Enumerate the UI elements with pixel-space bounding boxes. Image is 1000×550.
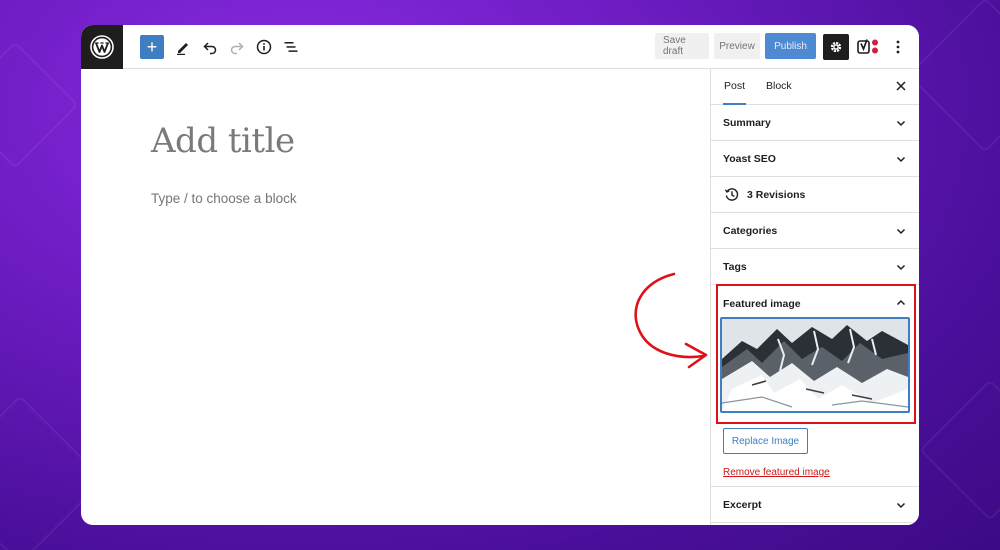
tab-post[interactable]: Post (723, 69, 747, 105)
details-button[interactable] (252, 35, 276, 59)
panel-excerpt-label: Excerpt (723, 499, 762, 511)
panel-tags-label: Tags (723, 261, 747, 273)
vertical-ellipsis-icon (896, 40, 900, 54)
undo-icon (203, 42, 217, 55)
tab-block[interactable]: Block (766, 69, 792, 105)
featured-image-thumbnail[interactable] (720, 317, 910, 413)
chevron-down-icon (896, 228, 906, 235)
undo-button[interactable] (198, 35, 222, 59)
block-placeholder[interactable]: Type / to choose a block (151, 191, 297, 206)
plus-icon: + (146, 36, 158, 57)
preview-button[interactable]: Preview (714, 33, 760, 59)
more-options-button[interactable] (887, 34, 909, 60)
panel-yoast-label: Yoast SEO (723, 153, 776, 165)
editor-canvas[interactable]: Add title Type / to choose a block (81, 69, 710, 525)
yoast-icon (857, 39, 878, 54)
chevron-down-icon (896, 156, 906, 163)
chevron-up-icon[interactable] (895, 297, 907, 309)
top-toolbar: + Save draft Preview Publish (81, 25, 919, 69)
panel-tags[interactable]: Tags (711, 249, 919, 285)
revisions-clock-icon (724, 188, 739, 201)
replace-image-button[interactable]: Replace Image (723, 428, 808, 454)
wordpress-logo-icon[interactable] (81, 25, 123, 69)
panel-summary[interactable]: Summary (711, 105, 919, 141)
panel-categories-label: Categories (723, 225, 778, 237)
add-block-button[interactable]: + (140, 35, 164, 59)
panel-yoast-seo[interactable]: Yoast SEO (711, 141, 919, 177)
panel-featured-image: Featured image Replace Image Remove feat… (711, 284, 919, 487)
panel-featured-image-label[interactable]: Featured image (723, 298, 801, 310)
chevron-down-icon (896, 264, 906, 271)
editor-window: + Save draft Preview Publish Add title T… (81, 25, 919, 525)
panel-summary-label: Summary (723, 117, 771, 129)
list-view-button[interactable] (279, 35, 303, 59)
chevron-down-icon (896, 120, 906, 127)
settings-button[interactable] (823, 34, 849, 60)
save-draft-button[interactable]: Save draft (655, 33, 709, 59)
panel-revisions-label: 3 Revisions (747, 189, 806, 201)
tools-pencil-button[interactable] (171, 35, 195, 59)
publish-button[interactable]: Publish (765, 33, 816, 59)
gear-icon (830, 41, 842, 53)
pencil-icon (177, 43, 188, 55)
post-title-input[interactable]: Add title (151, 121, 295, 161)
redo-icon (230, 42, 244, 55)
mountain-snow-image (722, 319, 908, 411)
yoast-button[interactable] (856, 34, 882, 60)
panel-excerpt[interactable]: Excerpt (711, 487, 919, 523)
list-view-icon (284, 42, 298, 52)
chevron-down-icon (896, 502, 906, 509)
close-icon[interactable] (893, 78, 909, 94)
remove-featured-image-link[interactable]: Remove featured image (723, 467, 830, 478)
settings-sidebar: Post Block Summary Yoast SEO 3 Revisions… (710, 69, 919, 525)
sidebar-tabs: Post Block (711, 69, 919, 105)
info-icon (256, 39, 272, 55)
panel-revisions[interactable]: 3 Revisions (711, 177, 919, 213)
redo-button[interactable] (225, 35, 249, 59)
panel-categories[interactable]: Categories (711, 213, 919, 249)
